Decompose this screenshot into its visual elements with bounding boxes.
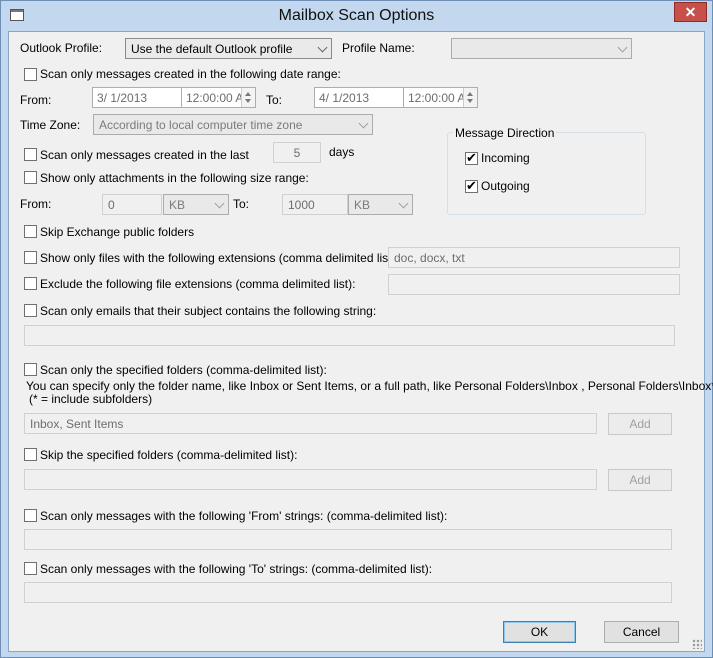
- dialog-client: Outlook Profile: Use the default Outlook…: [8, 31, 713, 652]
- size-to-unit-dropdown[interactable]: KB: [348, 194, 413, 215]
- date-range-checkbox[interactable]: [24, 68, 37, 81]
- specified-folders-checkbox[interactable]: [24, 363, 37, 376]
- size-to-unit-value: KB: [354, 198, 371, 212]
- add-skip-folder-button[interactable]: Add: [608, 469, 672, 491]
- from-strings-label: Scan only messages with the following 'F…: [40, 509, 448, 523]
- subject-input[interactable]: [24, 325, 675, 346]
- from-strings-checkbox[interactable]: [24, 509, 37, 522]
- size-from-input[interactable]: 0: [102, 194, 162, 215]
- size-from-unit-value: KB: [169, 198, 186, 212]
- days-unit-label: days: [329, 145, 355, 159]
- to-strings-input[interactable]: [24, 582, 672, 603]
- size-range-label: Show only attachments in the following s…: [40, 171, 309, 185]
- skip-public-folders-label: Skip Exchange public folders: [40, 225, 195, 239]
- specified-folders-label: Scan only the specified folders (comma-d…: [40, 363, 327, 377]
- exclude-extensions-label: Exclude the following file extensions (c…: [40, 277, 356, 291]
- close-button[interactable]: ✕: [674, 2, 707, 22]
- outlook-profile-dropdown[interactable]: Use the default Outlook profile: [125, 38, 332, 59]
- subject-checkbox[interactable]: [24, 304, 37, 317]
- specified-folders-value: Inbox, Sent Items: [30, 417, 124, 431]
- specified-folders-input[interactable]: Inbox, Sent Items: [24, 413, 597, 434]
- exclude-extensions-input[interactable]: [388, 274, 680, 295]
- size-from-unit-dropdown[interactable]: KB: [163, 194, 229, 215]
- incoming-checkbox[interactable]: [465, 150, 478, 166]
- size-to-label: To:: [233, 197, 250, 211]
- time-zone-dropdown[interactable]: According to local computer time zone: [93, 114, 373, 135]
- to-date-label: To:: [266, 93, 283, 107]
- title-bar: Mailbox Scan Options ✕: [1, 1, 712, 31]
- skip-folders-checkbox[interactable]: [24, 448, 37, 461]
- ok-button[interactable]: OK: [503, 621, 576, 643]
- to-strings-checkbox[interactable]: [24, 562, 37, 575]
- outgoing-label: Outgoing: [481, 179, 530, 193]
- message-direction-group: [447, 132, 646, 215]
- chevron-down-icon: [618, 43, 627, 53]
- time-zone-value: According to local computer time zone: [99, 118, 303, 132]
- chevron-down-icon: [359, 119, 368, 129]
- dialog-window: Mailbox Scan Options ✕ Outlook Profile: …: [0, 0, 713, 658]
- size-to-input[interactable]: 1000: [282, 194, 348, 215]
- chevron-down-icon: [318, 43, 327, 53]
- outlook-profile-value: Use the default Outlook profile: [131, 42, 293, 56]
- to-strings-label: Scan only messages with the following 'T…: [40, 562, 433, 576]
- window-title: Mailbox Scan Options: [278, 7, 435, 24]
- from-time-spinner[interactable]: [241, 88, 255, 107]
- show-extensions-input[interactable]: doc, docx, txt: [388, 247, 680, 268]
- show-extensions-value: doc, docx, txt: [394, 251, 465, 265]
- from-date-value: 3/ 1/2013: [97, 91, 148, 105]
- size-range-checkbox[interactable]: [24, 171, 37, 184]
- last-days-checkbox[interactable]: [24, 148, 37, 161]
- from-date-label: From:: [20, 93, 52, 107]
- from-date-picker[interactable]: 3/ 1/2013: [92, 87, 182, 108]
- date-range-label: Scan only messages created in the follow…: [40, 67, 341, 81]
- to-time-value: 12:00:00 AM: [408, 91, 464, 105]
- specified-folders-hint: You can specify only the folder name, li…: [26, 379, 713, 393]
- last-days-input[interactable]: 5: [273, 142, 321, 163]
- size-from-label: From:: [20, 197, 52, 211]
- to-time-spinner[interactable]: [463, 88, 477, 107]
- last-days-value: 5: [293, 146, 301, 160]
- from-time-picker[interactable]: 12:00:00 AM: [181, 87, 256, 108]
- show-extensions-checkbox[interactable]: [24, 251, 37, 264]
- skip-public-folders-checkbox[interactable]: [24, 225, 37, 238]
- exclude-extensions-checkbox[interactable]: [24, 277, 37, 290]
- subject-label: Scan only emails that their subject cont…: [40, 304, 377, 318]
- chevron-down-icon: [399, 199, 408, 209]
- size-from-value: 0: [108, 198, 115, 212]
- time-zone-label: Time Zone:: [20, 118, 81, 132]
- skip-folders-label: Skip the specified folders (comma-delimi…: [40, 448, 298, 462]
- outlook-profile-label: Outlook Profile:: [20, 41, 103, 55]
- to-time-picker[interactable]: 12:00:00 AM: [403, 87, 478, 108]
- incoming-label: Incoming: [481, 151, 530, 165]
- add-specified-folder-button[interactable]: Add: [608, 413, 672, 435]
- to-date-picker[interactable]: 4/ 1/2013: [314, 87, 404, 108]
- chevron-down-icon: [215, 199, 224, 209]
- cancel-button[interactable]: Cancel: [604, 621, 679, 643]
- show-extensions-label: Show only files with the following exten…: [40, 251, 399, 265]
- subfolders-hint: (* = include subfolders): [29, 392, 153, 406]
- profile-name-dropdown[interactable]: [451, 38, 632, 59]
- resize-grip-icon[interactable]: [692, 639, 702, 649]
- skip-folders-input[interactable]: [24, 469, 597, 490]
- outgoing-checkbox[interactable]: [465, 178, 478, 194]
- last-days-label: Scan only messages created in the last: [40, 148, 249, 162]
- from-strings-input[interactable]: [24, 529, 672, 550]
- size-to-value: 1000: [288, 198, 315, 212]
- to-date-value: 4/ 1/2013: [319, 91, 370, 105]
- from-time-value: 12:00:00 AM: [186, 91, 242, 105]
- profile-name-label: Profile Name:: [342, 41, 415, 55]
- message-direction-title: Message Direction: [453, 126, 557, 140]
